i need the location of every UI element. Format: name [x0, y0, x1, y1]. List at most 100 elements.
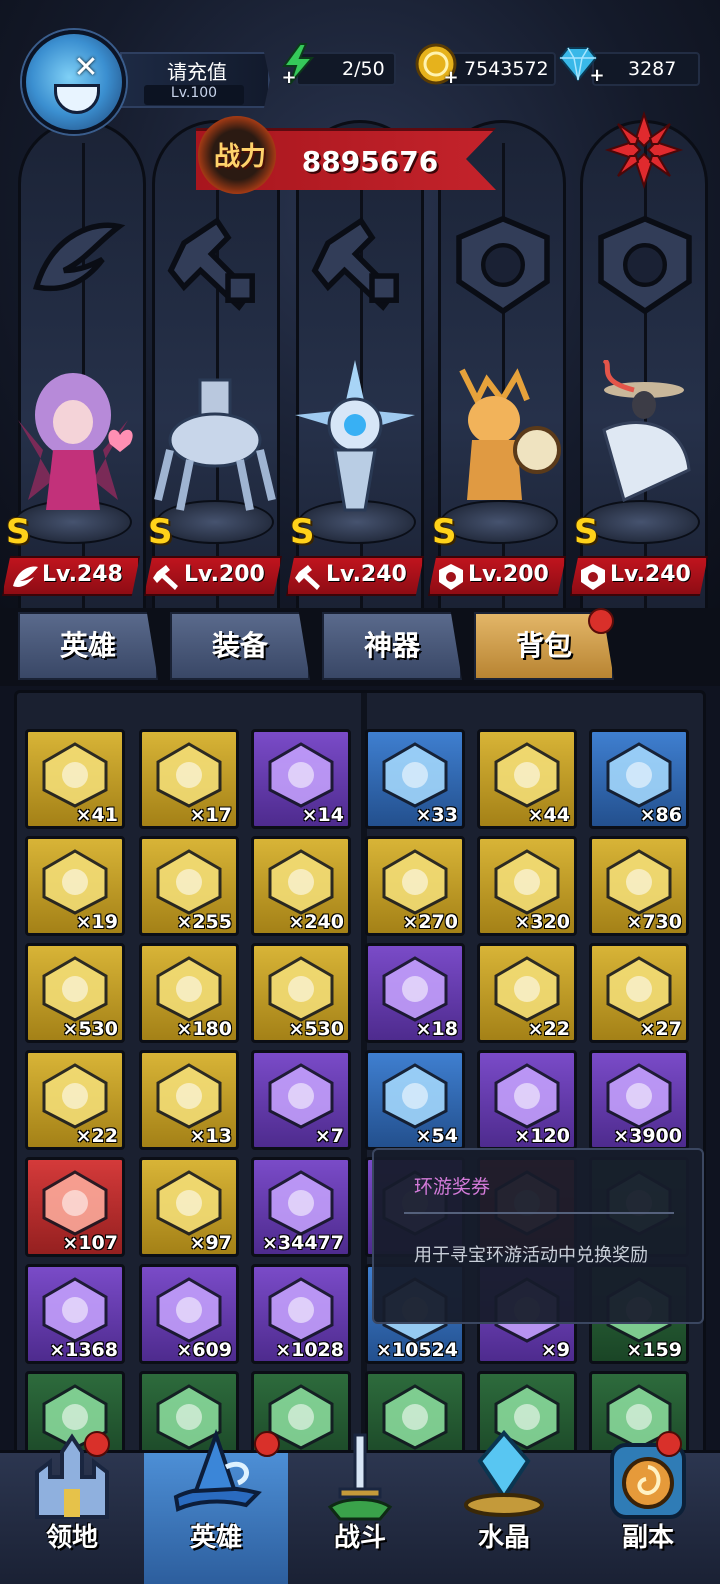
add-stamina-button[interactable]: + [280, 69, 298, 88]
inventory-item[interactable]: ×22 [25, 1050, 125, 1150]
portal-icon [610, 1443, 686, 1519]
prism-icon [42, 849, 108, 915]
inventory-item[interactable]: ×240 [251, 836, 351, 936]
player-name: 请充值 [167, 60, 227, 84]
inventory-item[interactable]: ×7 [251, 1050, 351, 1150]
nav-heroes[interactable]: 英雄 [144, 1428, 288, 1584]
yellow-leaf-icon [494, 742, 560, 808]
item-quantity: ×530 [62, 1018, 118, 1040]
hero-grade-badge: S [574, 512, 599, 552]
hero-level-badge[interactable]: Lv.200 [428, 556, 566, 596]
power-label: 战力 [213, 142, 266, 172]
nav-crystal[interactable]: 水晶 [432, 1429, 576, 1584]
dragon-emblem-icon [156, 1063, 222, 1129]
item-quantity: ×7 [314, 1125, 344, 1147]
red-swirl-icon [156, 1170, 222, 1236]
notification-dot [656, 1431, 682, 1457]
inventory-item[interactable]: ×22 [477, 943, 577, 1043]
item-quantity: ×86 [639, 804, 682, 826]
wrench-icon [295, 565, 320, 590]
item-quantity: ×17 [189, 804, 232, 826]
hero-crystal-drone[interactable] [290, 360, 420, 530]
item-quantity: ×9 [540, 1339, 570, 1361]
inventory-item[interactable]: ×530 [251, 943, 351, 1043]
tab-equipment[interactable]: 装备 [170, 612, 310, 680]
settings-flower-icon[interactable] [604, 110, 684, 190]
ring-orb-icon [268, 956, 334, 1022]
player-level: Lv.100 [144, 85, 244, 105]
hero-succubus[interactable] [8, 360, 138, 530]
tab-heroes[interactable]: 英雄 [18, 612, 158, 680]
item-quantity: ×320 [514, 911, 570, 933]
inventory-item[interactable]: ×107 [25, 1157, 125, 1257]
hero-level-badge[interactable]: Lv.248 [2, 556, 140, 596]
add-gold-button[interactable]: + [442, 69, 460, 88]
gourd-icon [494, 849, 560, 915]
nav-territory[interactable]: 领地 [0, 1433, 144, 1584]
blue-hat-icon [268, 849, 334, 915]
hero-crane-sage[interactable] [574, 360, 704, 530]
item-quantity: ×44 [527, 804, 570, 826]
scroll-icon [268, 742, 334, 808]
inventory-item[interactable]: ×609 [139, 1264, 239, 1364]
inventory-grid: ×41 ×17 ×14 ×33 ×44 ×86 ×19 ×255 ×240 ×270 ×320 ×73… [14, 690, 706, 1460]
wrench-slot-icon[interactable] [162, 210, 272, 320]
inventory-item[interactable]: ×41 [25, 729, 125, 829]
inventory-item[interactable]: ×180 [139, 943, 239, 1043]
power-value: 8895676 [301, 145, 439, 178]
inventory-item[interactable]: ×3900 [589, 1050, 689, 1150]
hero-grade-badge: S [148, 512, 173, 552]
close-icon[interactable]: ✕ [68, 50, 104, 86]
inventory-item[interactable]: ×33 [365, 729, 465, 829]
tab-artifacts[interactable]: 神器 [322, 612, 462, 680]
inventory-item[interactable]: ×255 [139, 836, 239, 936]
inventory-item[interactable]: ×97 [139, 1157, 239, 1257]
inventory-item[interactable]: ×13 [139, 1050, 239, 1150]
nav-battle[interactable]: 战斗 [288, 1433, 432, 1584]
star-map-icon [606, 1063, 672, 1129]
wing-icon [13, 566, 38, 587]
item-quantity: ×27 [639, 1018, 682, 1040]
inventory-item[interactable]: ×86 [589, 729, 689, 829]
inventory-item[interactable]: ×1368 [25, 1264, 125, 1364]
inventory-item[interactable]: ×17 [139, 729, 239, 829]
hero-stage: S S S S S Lv.248 Lv.200 Lv.240 Lv.200 Lv… [0, 0, 720, 610]
player-name-plate[interactable]: 请充值 Lv.100 [120, 52, 270, 108]
hero-level-badge[interactable]: Lv.240 [570, 556, 708, 596]
item-quantity: ×730 [626, 911, 682, 933]
inventory-item[interactable]: ×320 [477, 836, 577, 936]
item-quantity: ×34477 [261, 1232, 344, 1254]
diamond-value: 3287 [628, 58, 677, 80]
beast-slot-icon[interactable] [590, 210, 700, 320]
inventory-item[interactable]: ×14 [251, 729, 351, 829]
hero-level-badge[interactable]: Lv.240 [286, 556, 424, 596]
inventory-item[interactable]: ×44 [477, 729, 577, 829]
inventory-item[interactable]: ×530 [25, 943, 125, 1043]
hero-level-badge[interactable]: Lv.200 [144, 556, 282, 596]
add-diamond-button[interactable]: + [588, 67, 606, 86]
inventory-item[interactable]: ×54 [365, 1050, 465, 1150]
wing-slot-icon[interactable] [20, 210, 130, 320]
heart-box-icon [156, 849, 222, 915]
inventory-item[interactable]: ×19 [25, 836, 125, 936]
inventory-item[interactable]: ×27 [589, 943, 689, 1043]
nav-label: 水晶 [477, 1523, 530, 1553]
inventory-item[interactable]: ×1028 [251, 1264, 351, 1364]
nav-label: 领地 [45, 1523, 98, 1553]
inventory-item[interactable]: ×34477 [251, 1157, 351, 1257]
gear-ring-icon [156, 1277, 222, 1343]
nav-dungeon[interactable]: 副本 [576, 1443, 720, 1584]
hero-dragon-drummer[interactable] [432, 360, 562, 530]
beast-slot-icon[interactable] [448, 210, 558, 320]
item-quantity: ×14 [301, 804, 344, 826]
inventory-item[interactable]: ×730 [589, 836, 689, 936]
item-quantity: ×3900 [613, 1125, 682, 1147]
blue-gem-emblem-icon [382, 1063, 448, 1129]
wrench-slot-icon[interactable] [306, 210, 416, 320]
inventory-item[interactable]: ×270 [365, 836, 465, 936]
hero-mech-spider[interactable] [150, 360, 280, 530]
inventory-item[interactable]: ×120 [477, 1050, 577, 1150]
bird-emblem-icon [42, 1063, 108, 1129]
item-quantity: ×107 [62, 1232, 118, 1254]
inventory-item[interactable]: ×18 [365, 943, 465, 1043]
